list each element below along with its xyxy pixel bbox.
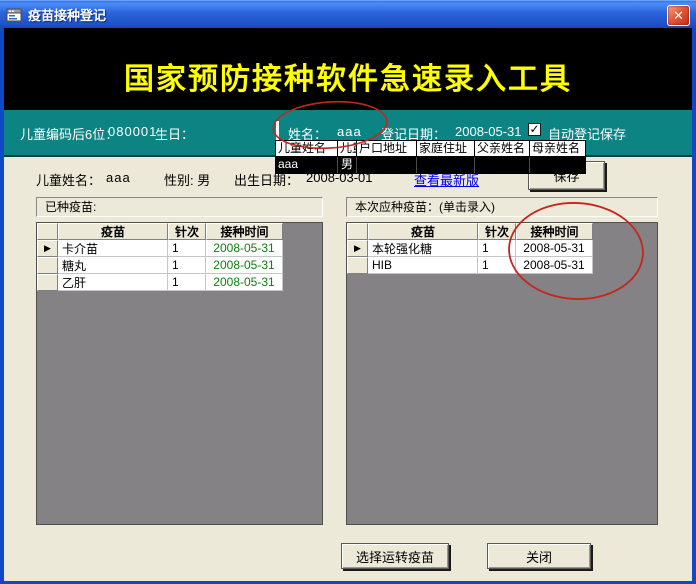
vaccine-column-header[interactable]: 疫苗 bbox=[368, 223, 478, 240]
lookup-header-row: 儿童姓名 儿童性别 户口地址 家庭住址 父亲姓名 母亲姓名 bbox=[276, 141, 585, 157]
row-selector[interactable] bbox=[37, 274, 58, 291]
reg-date-value: 2008-05-31 bbox=[455, 124, 522, 139]
lookup-col-mother-name[interactable]: 母亲姓名 bbox=[530, 141, 585, 157]
banner-title: 国家预防接种软件急速录入工具 bbox=[4, 54, 692, 98]
table-row[interactable]: 乙肝 1 2008-05-31 bbox=[37, 274, 322, 291]
lookup-col-gender[interactable]: 儿童性别 bbox=[338, 141, 357, 157]
date-cell[interactable]: 2008-05-31 bbox=[206, 274, 283, 291]
lookup-col-home-address[interactable]: 家庭住址 bbox=[417, 141, 475, 157]
app-window: 疫苗接种登记 ✕ 国家预防接种软件急速录入工具 儿童编码后6位： 080001 … bbox=[0, 0, 696, 584]
selector-header-cell bbox=[347, 223, 368, 240]
date-cell[interactable]: 2008-05-31 bbox=[516, 257, 593, 274]
vaccine-cell[interactable]: HIB bbox=[368, 257, 478, 274]
date-cell[interactable]: 2008-05-31 bbox=[206, 257, 283, 274]
date-column-header[interactable]: 接种时间 bbox=[206, 223, 283, 240]
text-caret bbox=[276, 121, 279, 140]
titlebar: 疫苗接种登记 ✕ bbox=[0, 0, 696, 28]
birthday-label: 生日： bbox=[155, 124, 194, 143]
due-grid-header: 疫苗 针次 接种时间 bbox=[347, 223, 657, 240]
form-icon bbox=[6, 7, 22, 23]
due-panel-title: 本次应种疫苗：(单击录入) bbox=[346, 197, 658, 217]
lookup-cell-gender[interactable]: 男 bbox=[338, 157, 357, 173]
selector-header-cell bbox=[37, 223, 58, 240]
close-form-button[interactable]: 关闭 bbox=[487, 543, 591, 569]
row-selector[interactable]: ▶ bbox=[347, 240, 368, 257]
table-row[interactable]: HIB 1 2008-05-31 bbox=[347, 257, 657, 274]
dose-cell[interactable]: 1 bbox=[478, 257, 516, 274]
lookup-cell-mother-name[interactable] bbox=[530, 157, 585, 173]
auto-save-checkbox[interactable]: ✓ bbox=[528, 123, 541, 136]
dose-column-header[interactable]: 针次 bbox=[168, 223, 206, 240]
select-rotating-vaccine-button[interactable]: 选择运转疫苗 bbox=[341, 543, 449, 569]
child-name-label: 儿童姓名： bbox=[36, 170, 101, 189]
due-grid: 疫苗 针次 接种时间 ▶ 本轮强化糖 1 2008-05-31 HIB 1 20… bbox=[346, 222, 658, 525]
date-column-header[interactable]: 接种时间 bbox=[516, 223, 593, 240]
vaccine-cell[interactable]: 糖丸 bbox=[58, 257, 168, 274]
app-banner: 国家预防接种软件急速录入工具 bbox=[4, 28, 692, 110]
vaccine-cell[interactable]: 卡介苗 bbox=[58, 240, 168, 257]
row-pointer-icon: ▶ bbox=[354, 243, 361, 254]
lookup-cell-father-name[interactable] bbox=[475, 157, 530, 173]
row-selector[interactable] bbox=[37, 257, 58, 274]
close-icon[interactable]: ✕ bbox=[667, 5, 690, 26]
name-lookup-grid: 儿童姓名 儿童性别 户口地址 家庭住址 父亲姓名 母亲姓名 aaa 男 bbox=[275, 140, 586, 174]
vaccinated-grid: 疫苗 针次 接种时间 ▶ 卡介苗 1 2008-05-31 糖丸 1 2008-… bbox=[36, 222, 323, 525]
lookup-col-child-name[interactable]: 儿童姓名 bbox=[276, 141, 338, 157]
date-cell[interactable]: 2008-05-31 bbox=[206, 240, 283, 257]
lookup-cell-home-address[interactable] bbox=[417, 157, 475, 173]
child-name-value: aaa bbox=[106, 170, 131, 185]
dose-cell[interactable]: 1 bbox=[478, 240, 516, 257]
child-code-label: 儿童编码后6位： bbox=[20, 124, 118, 143]
vaccine-column-header[interactable]: 疫苗 bbox=[58, 223, 168, 240]
gender-value: 性别: 男 bbox=[164, 170, 210, 189]
lookup-col-father-name[interactable]: 父亲姓名 bbox=[475, 141, 530, 157]
window-border-right bbox=[692, 28, 696, 584]
vaccine-cell[interactable]: 乙肝 bbox=[58, 274, 168, 291]
lookup-cell-name[interactable]: aaa bbox=[276, 157, 338, 173]
lookup-col-registered-address[interactable]: 户口地址 bbox=[357, 141, 417, 157]
row-selector[interactable] bbox=[347, 257, 368, 274]
table-row[interactable]: 糖丸 1 2008-05-31 bbox=[37, 257, 322, 274]
dose-column-header[interactable]: 针次 bbox=[478, 223, 516, 240]
dose-cell[interactable]: 1 bbox=[168, 257, 206, 274]
row-pointer-icon: ▶ bbox=[44, 243, 51, 254]
name-input-value[interactable]: aaa bbox=[337, 124, 362, 139]
table-row[interactable]: ▶ 卡介苗 1 2008-05-31 bbox=[37, 240, 322, 257]
window-title: 疫苗接种登记 bbox=[28, 5, 106, 24]
date-cell[interactable]: 2008-05-31 bbox=[516, 240, 593, 257]
dose-cell[interactable]: 1 bbox=[168, 274, 206, 291]
child-code-value: 080001 bbox=[108, 124, 157, 139]
lookup-result-row[interactable]: aaa 男 bbox=[276, 157, 585, 173]
row-selector[interactable]: ▶ bbox=[37, 240, 58, 257]
table-row[interactable]: ▶ 本轮强化糖 1 2008-05-31 bbox=[347, 240, 657, 257]
vaccinated-grid-header: 疫苗 针次 接种时间 bbox=[37, 223, 322, 240]
dose-cell[interactable]: 1 bbox=[168, 240, 206, 257]
window-border-left bbox=[0, 28, 4, 584]
lookup-cell-registered-address[interactable] bbox=[357, 157, 417, 173]
vaccinated-panel-title: 已种疫苗: bbox=[36, 197, 323, 217]
vaccine-cell[interactable]: 本轮强化糖 bbox=[368, 240, 478, 257]
